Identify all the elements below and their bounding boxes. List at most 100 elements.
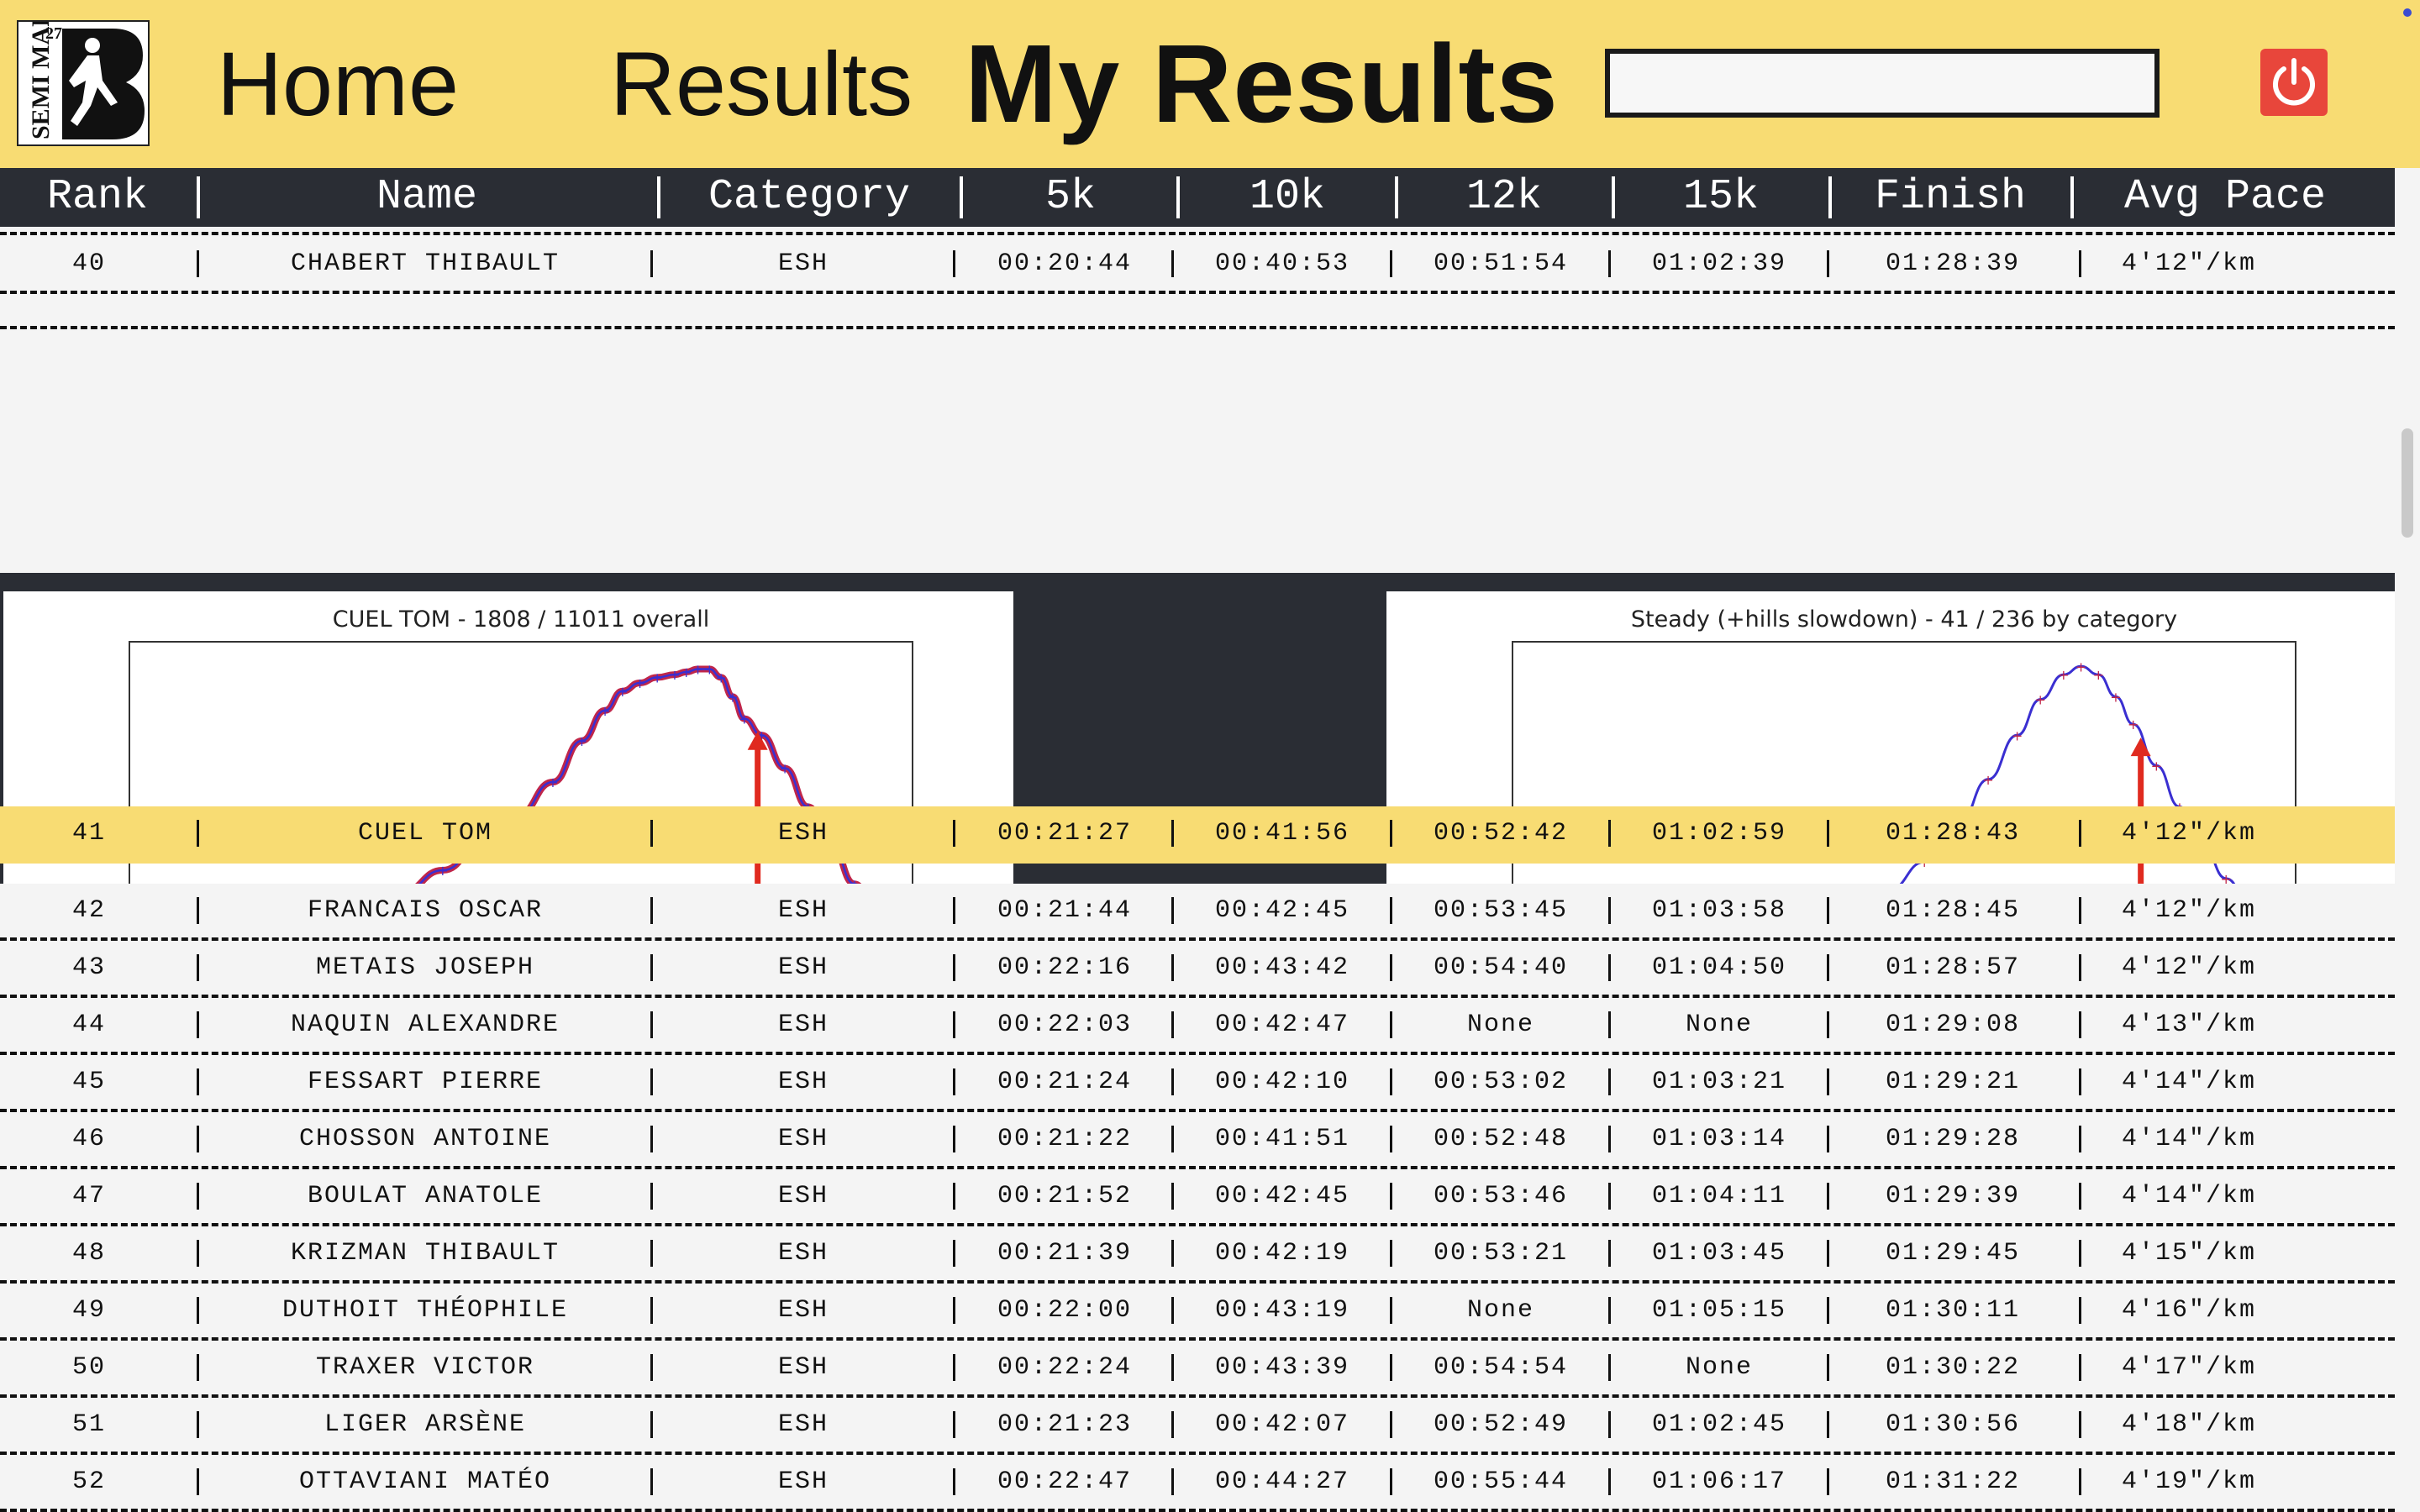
- column-header-k5[interactable]: 5k: [965, 168, 1176, 227]
- data-point: +: [681, 664, 692, 680]
- cell-separator: [1390, 1011, 1392, 1038]
- nav-home-link[interactable]: Home: [217, 34, 459, 134]
- column-separator: [2070, 176, 2074, 218]
- cell-name: KRIZMAN THIBAULT: [290, 1239, 560, 1268]
- table-row[interactable]: 40 CHABERT THIBAULT ESH 00:20:44 00:40:53 00:…: [0, 237, 2395, 294]
- cell-separator: [197, 1411, 199, 1438]
- table-row[interactable]: 52 OTTAVIANI MATÉO ESH 00:22:47 00:44:27 00:5…: [0, 1455, 2395, 1512]
- cell-finish: 01:28:45: [1885, 896, 2021, 925]
- table-row[interactable]: 50 TRAXER VICTOR ESH 00:22:24 00:43:39 00:54:…: [0, 1341, 2395, 1398]
- column-header-finish[interactable]: Finish: [1832, 168, 2069, 227]
- cell-finish: 01:29:39: [1885, 1182, 2021, 1210]
- cell-category: ESH: [777, 249, 829, 278]
- data-point: +: [2151, 758, 2162, 774]
- cell-separator: [953, 1354, 955, 1381]
- cell-name: TRAXER VICTOR: [315, 1353, 535, 1382]
- cell-k10: 00:41:56: [1214, 819, 1350, 848]
- cell-k12: 00:51:54: [1433, 249, 1569, 278]
- cell-separator: [1827, 1411, 1829, 1438]
- cell-separator: [1608, 897, 1611, 924]
- cell-separator: [2079, 897, 2081, 924]
- cell-category: ESH: [777, 896, 829, 925]
- selected-table-row[interactable]: 41 CUEL TOM ESH 00:21:27 00:41:56 00:52:42 01:…: [0, 806, 2395, 864]
- cell-separator: [1608, 1126, 1611, 1152]
- cell-separator: [197, 820, 199, 847]
- cell-separator: [650, 1183, 653, 1210]
- table-row[interactable]: 49 DUTHOIT THÉOPHILE ESH 00:22:00 00:43:19 No…: [0, 1284, 2395, 1341]
- cell-separator: [1390, 820, 1392, 847]
- cell-separator: [197, 954, 199, 981]
- cell-pace: 4'13"/km: [2121, 1011, 2257, 1039]
- cell-separator: [1171, 1468, 1174, 1495]
- cell-finish: 01:30:11: [1885, 1296, 2021, 1325]
- cell-k15: None: [1685, 1353, 1753, 1382]
- cell-k10: 00:42:07: [1214, 1410, 1350, 1439]
- cell-separator: [2079, 1468, 2081, 1495]
- scrollbar-thumb[interactable]: [2402, 428, 2413, 538]
- cell-k12: 00:53:21: [1433, 1239, 1569, 1268]
- row-divider: [0, 291, 2395, 294]
- cell-name: BOULAT ANATOLE: [307, 1182, 544, 1210]
- logout-button[interactable]: [2260, 49, 2328, 116]
- cell-separator: [1171, 250, 1174, 277]
- cell-separator: [650, 1240, 653, 1267]
- cell-separator: [1608, 1068, 1611, 1095]
- cell-k10: 00:42:45: [1214, 896, 1350, 925]
- column-header-k12[interactable]: 12k: [1398, 168, 1610, 227]
- cell-k15: 01:03:58: [1651, 896, 1787, 925]
- cell-pace: 4'12"/km: [2121, 953, 2257, 982]
- cell-k12: 00:54:40: [1433, 953, 1569, 982]
- table-row[interactable]: 46 CHOSSON ANTOINE ESH 00:21:22 00:41:51 00:5…: [0, 1112, 2395, 1169]
- cell-separator: [197, 1126, 199, 1152]
- table-row[interactable]: 47 BOULAT ANATOLE ESH 00:21:52 00:42:45 00:53…: [0, 1169, 2395, 1226]
- column-header-pace[interactable]: Avg Pace: [2074, 168, 2376, 227]
- cell-separator: [1171, 897, 1174, 924]
- cell-pace: 4'12"/km: [2121, 249, 2257, 278]
- data-point: +: [2110, 689, 2121, 705]
- cell-separator: [650, 1411, 653, 1438]
- cell-separator: [1827, 1011, 1829, 1038]
- cell-separator: [1608, 1183, 1611, 1210]
- table-row[interactable]: 48 KRIZMAN THIBAULT ESH 00:21:39 00:42:19 00:…: [0, 1226, 2395, 1284]
- cell-rank: 51: [71, 1410, 106, 1439]
- data-point: +: [617, 684, 628, 700]
- cell-separator: [953, 1011, 955, 1038]
- semi-marathon-logo[interactable]: SEMI MARATHON 27: [17, 20, 150, 146]
- table-row[interactable]: 43 METAIS JOSEPH ESH 00:22:16 00:43:42 00:54:…: [0, 941, 2395, 998]
- column-header-k15[interactable]: 15k: [1615, 168, 1827, 227]
- column-header-name[interactable]: Name: [200, 168, 654, 227]
- vertical-scrollbar[interactable]: [2395, 227, 2420, 1512]
- cell-separator: [953, 820, 955, 847]
- cell-rank: 40: [71, 249, 106, 278]
- cell-separator: [197, 1297, 199, 1324]
- table-row[interactable]: 45 FESSART PIERRE ESH 00:21:24 00:42:10 00:53…: [0, 1055, 2395, 1112]
- cell-k5: 00:22:00: [997, 1296, 1133, 1325]
- cell-separator: [1827, 250, 1829, 277]
- nav-results-link[interactable]: Results: [610, 34, 913, 134]
- table-row[interactable]: 42 FRANCAIS OSCAR ESH 00:21:44 00:42:45 00:53…: [0, 884, 2395, 941]
- table-row[interactable]: 44 NAQUIN ALEXANDRE ESH 00:22:03 00:42:47 Non…: [0, 998, 2395, 1055]
- cell-separator: [2079, 1126, 2081, 1152]
- column-header-category[interactable]: Category: [659, 168, 960, 227]
- data-point: +: [576, 733, 587, 749]
- cell-separator: [1608, 1297, 1611, 1324]
- nav-my-results-link[interactable]: My Results: [965, 29, 1559, 139]
- search-input[interactable]: [1605, 49, 2160, 118]
- cell-k5: 00:21:22: [997, 1125, 1133, 1153]
- column-header-k10[interactable]: 10k: [1181, 168, 1393, 227]
- cell-separator: [650, 1354, 653, 1381]
- cell-separator: [2079, 820, 2081, 847]
- data-point: +: [1982, 772, 1993, 788]
- cell-k15: 01:03:14: [1651, 1125, 1787, 1153]
- cell-separator: [953, 1183, 955, 1210]
- cell-category: ESH: [777, 1467, 829, 1496]
- data-point: +: [437, 863, 448, 879]
- cell-separator: [1171, 1354, 1174, 1381]
- cell-finish: 01:30:56: [1885, 1410, 2021, 1439]
- cell-k12: 00:52:48: [1433, 1125, 1569, 1153]
- cell-k10: 00:41:51: [1214, 1125, 1350, 1153]
- cell-k5: 00:22:24: [997, 1353, 1133, 1382]
- table-row[interactable]: 51 LIGER ARSÈNE ESH 00:21:23 00:42:07 00:52:4…: [0, 1398, 2395, 1455]
- cell-k15: 01:03:45: [1651, 1239, 1787, 1268]
- column-header-rank[interactable]: Rank: [0, 168, 195, 227]
